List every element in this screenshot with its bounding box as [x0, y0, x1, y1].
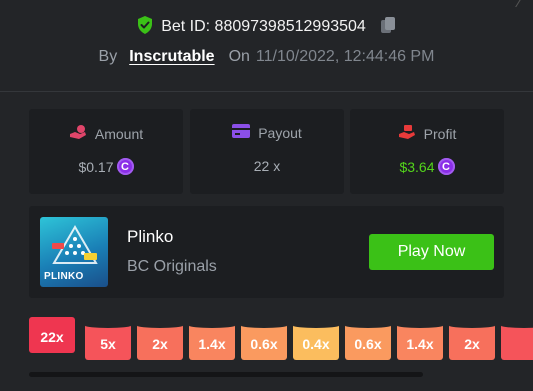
payout-label: Payout	[258, 124, 302, 141]
multiplier-slot: 22x	[29, 317, 75, 353]
amount-card: Amount $0.17 C	[29, 109, 183, 194]
bet-id-row: Bet ID: 88097398512993504	[0, 14, 533, 40]
by-label: By	[98, 48, 118, 65]
multiplier-slot: 2x	[137, 323, 183, 360]
payout-value: 22 x	[253, 158, 281, 174]
multiplier-slot: 0.4x	[293, 323, 339, 360]
multiplier-slot: 0.6x	[345, 323, 391, 360]
shield-check-icon	[137, 15, 153, 39]
game-title: Plinko	[127, 227, 174, 246]
bet-datetime: 11/10/2022, 12:44:46 PM	[255, 48, 435, 65]
amount-label: Amount	[94, 125, 144, 142]
more-dots-icon: ⁄	[518, 0, 521, 11]
on-label: On	[228, 48, 250, 65]
multiplier-strip: 22x 5x 2x 1.4x 0.6x 0.4x 0.6x 1.4x 2x	[29, 313, 533, 363]
amount-value: $0.17	[78, 158, 114, 175]
play-now-button[interactable]: Play Now	[369, 234, 494, 270]
multiplier-slot: 5x	[85, 323, 131, 360]
divider	[0, 91, 533, 92]
username-link[interactable]: Inscrutable	[129, 48, 214, 66]
game-provider: BC Originals	[127, 258, 217, 275]
bet-id: Bet ID: 88097398512993504	[161, 18, 366, 35]
multiplier-slot: 2x	[449, 323, 495, 360]
hand-gift-icon	[398, 124, 416, 143]
bet-meta-row: By Inscrutable On 11/10/2022, 12:44:46 P…	[0, 44, 533, 70]
plinko-thumbnail[interactable]: PLINKO	[40, 217, 108, 287]
payout-card: Payout 22 x	[190, 109, 344, 194]
hand-coin-icon	[69, 124, 87, 143]
multiplier-slot	[501, 323, 533, 360]
horizontal-scrollbar[interactable]	[29, 372, 423, 377]
multiplier-slot: 0.6x	[241, 323, 287, 360]
thumb-text: PLINKO	[44, 271, 84, 282]
coin-icon: C	[116, 158, 134, 175]
multiplier-slot: 1.4x	[189, 323, 235, 360]
profit-value: $3.64	[399, 158, 435, 175]
profit-label: Profit	[423, 125, 457, 142]
copy-icon[interactable]	[380, 16, 396, 39]
wallet-icon	[232, 124, 251, 141]
coin-icon: C	[437, 158, 455, 175]
game-card: PLINKO Plinko BC Originals Play Now	[29, 206, 504, 298]
profit-card: Profit $3.64 C	[350, 109, 504, 194]
multiplier-slot: 1.4x	[397, 323, 443, 360]
